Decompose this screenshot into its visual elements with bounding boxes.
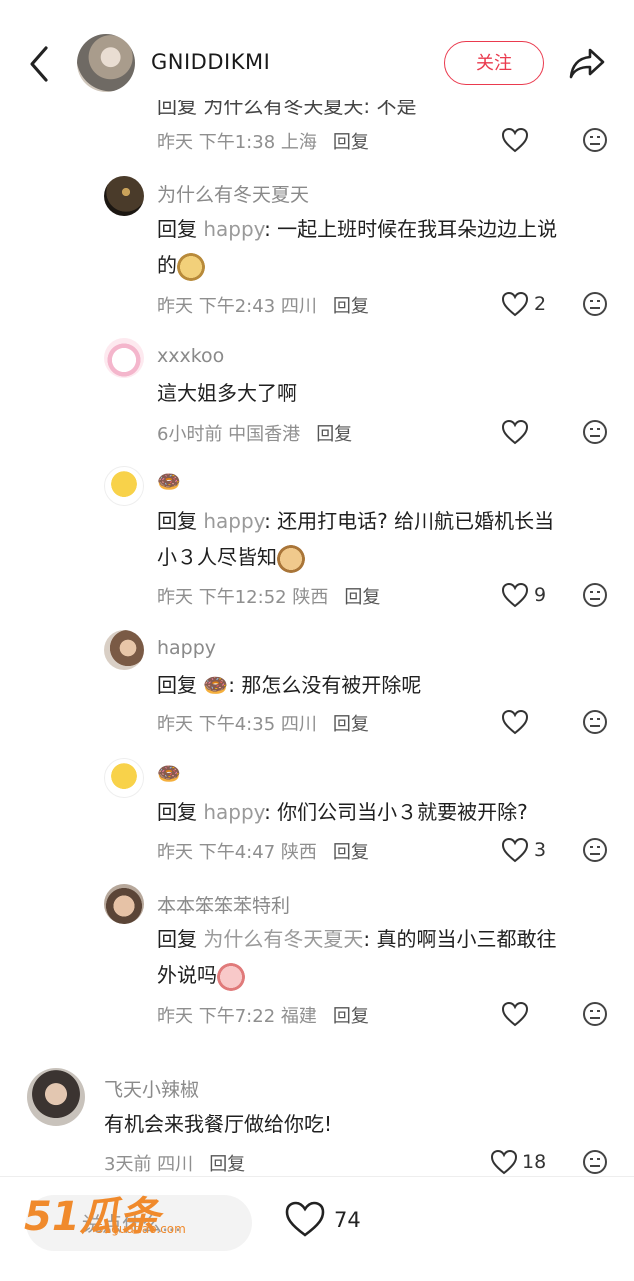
comment-meta: 昨天 下午4:47 陕西 回复 <box>157 842 369 863</box>
comment-nickname[interactable]: 🍩 <box>157 762 181 785</box>
back-arrow-icon[interactable] <box>22 44 58 84</box>
like-count: 2 <box>534 293 547 315</box>
reply-target[interactable]: happy <box>203 800 264 824</box>
reply-button[interactable]: 回复 <box>333 842 369 863</box>
crying-emoji-icon <box>217 962 245 991</box>
heart-icon[interactable] <box>501 127 529 153</box>
reply-button[interactable]: 回复 <box>316 424 352 445</box>
comment-meta: 昨天 下午7:22 福建 回复 <box>157 1006 369 1027</box>
comment-meta: 6小时前 中国香港 回复 <box>157 424 353 445</box>
heart-icon[interactable] <box>501 1001 529 1027</box>
dislike-face-icon[interactable] <box>582 1149 608 1175</box>
comment-avatar[interactable] <box>104 176 144 216</box>
dislike-face-icon[interactable] <box>582 709 608 735</box>
comment-nickname[interactable]: xxxkoo <box>157 345 224 367</box>
comment-meta: 昨天 下午2:43 四川 回复 <box>157 296 369 317</box>
comment-text: 回复 🍩: 那怎么没有被开除呢 <box>157 673 422 697</box>
like-count: 18 <box>522 1151 547 1173</box>
comment-nickname[interactable]: 本本笨笨苯特利 <box>157 891 290 918</box>
heart-icon[interactable] <box>501 291 529 317</box>
face-emoji-icon <box>277 544 305 573</box>
dislike-face-icon[interactable] <box>582 1001 608 1027</box>
comment-meta: 昨天 下午1:38 上海 回复 <box>157 132 369 153</box>
reply-target[interactable]: happy <box>203 509 264 533</box>
reply-button[interactable]: 回复 <box>209 1154 245 1175</box>
heart-icon[interactable] <box>501 419 529 445</box>
heart-icon[interactable] <box>501 837 529 863</box>
comment-avatar[interactable] <box>104 884 144 924</box>
comment-meta: 昨天 下午12:52 陕西 回复 <box>157 587 381 608</box>
comment-text: 回复 为什么有冬天夏天: 真的啊当小三都敢往 外说吗 <box>157 921 617 993</box>
dog-emoji-icon <box>177 252 205 281</box>
reply-target[interactable]: 为什么有冬天夏天 <box>203 927 363 951</box>
reply-button[interactable]: 回复 <box>333 132 369 153</box>
reply-target[interactable]: 🍩 <box>203 673 228 697</box>
like-count: 9 <box>534 584 547 606</box>
comment-text: 回复 happy: 还用打电话? 给川航已婚机长当 小３人尽皆知 <box>157 503 607 575</box>
comment-avatar[interactable] <box>104 466 144 506</box>
heart-icon[interactable] <box>284 1200 326 1238</box>
comment-avatar[interactable] <box>104 338 144 378</box>
comment-meta: 3天前 四川 回复 <box>104 1154 246 1175</box>
comment-avatar[interactable] <box>104 758 144 798</box>
comment-text: 有机会来我餐厅做给你吃! <box>104 1112 333 1136</box>
comment-nickname[interactable]: 飞天小辣椒 <box>104 1075 199 1102</box>
heart-icon[interactable] <box>490 1149 518 1175</box>
comment-text: 回复 happy: 一起上班时候在我耳朵边边上说 的 <box>157 211 607 283</box>
comment-meta: 昨天 下午4:35 四川 回复 <box>157 714 369 735</box>
reply-button[interactable]: 回复 <box>333 296 369 317</box>
comment-text: 這大姐多大了啊 <box>157 381 297 405</box>
comment-nickname[interactable]: happy <box>157 637 216 659</box>
reply-button[interactable]: 回复 <box>333 714 369 735</box>
dislike-face-icon[interactable] <box>582 291 608 317</box>
dislike-face-icon[interactable] <box>582 837 608 863</box>
comment-avatar[interactable] <box>104 630 144 670</box>
comment-nickname[interactable]: 为什么有冬天夏天 <box>157 180 309 207</box>
comment-nickname[interactable]: 🍩 <box>157 470 181 493</box>
dislike-face-icon[interactable] <box>582 419 608 445</box>
heart-icon[interactable] <box>501 582 529 608</box>
comment-text: 回复 happy: 你们公司当小３就要被开除? <box>157 800 528 824</box>
reply-target[interactable]: happy <box>203 217 264 241</box>
author-avatar[interactable] <box>77 34 135 92</box>
share-icon[interactable] <box>568 46 606 80</box>
heart-icon[interactable] <box>501 709 529 735</box>
dislike-face-icon[interactable] <box>582 582 608 608</box>
reply-button[interactable]: 回复 <box>333 1006 369 1027</box>
top-bar: GNIDDIKMI 关注 <box>0 0 634 100</box>
comment-avatar[interactable] <box>27 1068 85 1126</box>
dislike-face-icon[interactable] <box>582 127 608 153</box>
post-like-count: 74 <box>334 1208 361 1232</box>
like-count: 3 <box>534 839 547 861</box>
follow-button[interactable]: 关注 <box>444 41 544 85</box>
watermark-url: 51guatiao.com <box>96 1222 186 1236</box>
author-username[interactable]: GNIDDIKMI <box>151 50 270 74</box>
reply-button[interactable]: 回复 <box>344 587 380 608</box>
